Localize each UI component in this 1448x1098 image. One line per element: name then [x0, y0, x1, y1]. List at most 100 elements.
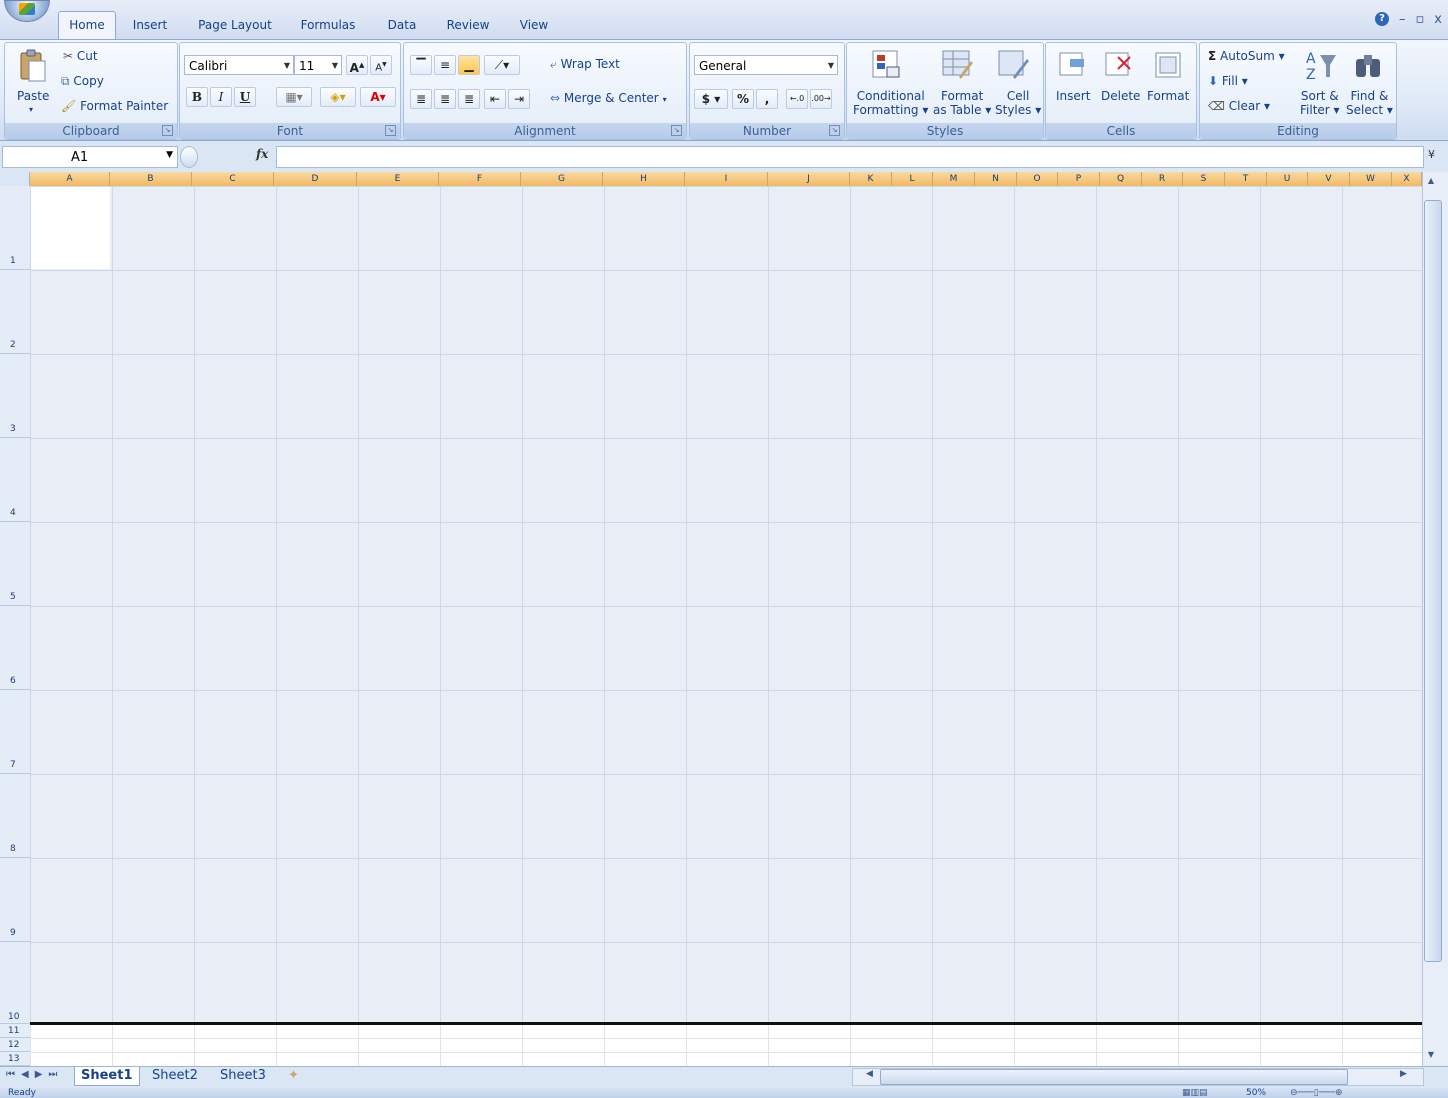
decrease-indent-icon[interactable]: ⇤	[484, 89, 506, 109]
insert-sheet-icon[interactable]: ✦	[282, 1067, 305, 1085]
active-cell-a1[interactable]	[31, 187, 110, 269]
paste-dropdown-icon[interactable]: ▾	[29, 105, 33, 114]
column-header[interactable]: S	[1183, 172, 1225, 186]
view-buttons-icon[interactable]: ▦▥▤	[1182, 1088, 1208, 1098]
orientation-icon[interactable]: ⟋▾	[484, 55, 520, 75]
scroll-down-icon[interactable]: ▼	[1424, 1050, 1438, 1062]
number-dialog-launcher-icon[interactable]: ↘	[829, 125, 840, 136]
column-header[interactable]: R	[1142, 172, 1183, 186]
tab-view[interactable]: View	[512, 12, 556, 38]
font-name-combo[interactable]: Calibri ▼	[184, 55, 294, 75]
delete-button[interactable]: Delete	[1101, 89, 1140, 103]
column-header[interactable]: A	[30, 172, 110, 186]
grow-font-icon[interactable]: A▲	[346, 55, 368, 75]
align-center-icon[interactable]: ≣	[434, 89, 456, 109]
chevron-down-icon[interactable]: ▼	[166, 150, 173, 160]
column-header[interactable]: B	[110, 172, 192, 186]
column-header[interactable]: C	[192, 172, 274, 186]
column-header[interactable]: D	[274, 172, 357, 186]
scroll-right-icon[interactable]: ▶	[1400, 1069, 1407, 1079]
row-header[interactable]: 8	[0, 774, 30, 858]
comma-button[interactable]: ,	[756, 89, 778, 109]
column-header[interactable]: T	[1225, 172, 1267, 186]
row-header[interactable]: 4	[0, 438, 30, 522]
wrap-text-button[interactable]: ⤶ Wrap Text	[550, 57, 620, 72]
fill-color-icon[interactable]: ◈▾	[320, 87, 356, 107]
tab-page-layout[interactable]: Page Layout	[192, 12, 278, 38]
zoom-level[interactable]: 50%	[1246, 1088, 1266, 1098]
column-header[interactable]: E	[357, 172, 439, 186]
decrease-decimal-icon[interactable]: .00→	[810, 89, 832, 109]
align-left-icon[interactable]: ≣	[410, 89, 432, 109]
conditional-formatting-button[interactable]: Conditional Formatting ▾	[853, 89, 928, 117]
zoom-slider-icon[interactable]: ⊖───▯───⊕	[1290, 1088, 1343, 1098]
align-bottom-icon[interactable]: ▁	[458, 55, 480, 75]
column-header[interactable]: I	[685, 172, 768, 186]
increase-indent-icon[interactable]: ⇥	[508, 89, 530, 109]
sheet-tab-sheet2[interactable]: Sheet2	[146, 1067, 204, 1085]
percent-button[interactable]: %	[732, 89, 754, 109]
row-header[interactable]: 9	[0, 858, 30, 942]
column-header[interactable]: O	[1017, 172, 1058, 186]
help-icon[interactable]: ?	[1374, 12, 1389, 26]
font-dialog-launcher-icon[interactable]: ↘	[385, 125, 396, 136]
align-top-icon[interactable]: ▔	[410, 55, 432, 75]
alignment-dialog-launcher-icon[interactable]: ↘	[671, 125, 682, 136]
scroll-up-icon[interactable]: ▲	[1424, 176, 1438, 188]
paste-button[interactable]: Paste	[17, 89, 49, 103]
format-as-table-button[interactable]: Format as Table ▾	[933, 89, 991, 117]
font-size-combo[interactable]: 11 ▼	[294, 55, 342, 75]
name-box[interactable]: A1 ▼	[2, 146, 178, 168]
bold-button[interactable]: B	[186, 87, 208, 107]
close-icon[interactable]: x	[1434, 12, 1442, 27]
merge-center-button[interactable]: ⇔ Merge & Center ▾	[550, 91, 667, 105]
tab-review[interactable]: Review	[440, 12, 496, 38]
column-header[interactable]: W	[1350, 172, 1392, 186]
clipboard-dialog-launcher-icon[interactable]: ↘	[162, 125, 173, 136]
tab-formulas[interactable]: Formulas	[294, 12, 362, 38]
row-header[interactable]: 3	[0, 354, 30, 438]
minimize-icon[interactable]: –	[1399, 12, 1406, 27]
row-header[interactable]: 12	[0, 1038, 30, 1052]
formula-bar-expand-icon[interactable]	[180, 146, 198, 168]
cut-button[interactable]: ✂ Cut	[63, 49, 98, 63]
column-header[interactable]: P	[1058, 172, 1100, 186]
align-right-icon[interactable]: ≣	[458, 89, 480, 109]
column-header[interactable]: Q	[1100, 172, 1142, 186]
formula-input[interactable]	[276, 146, 1424, 168]
row-header[interactable]: 11	[0, 1024, 30, 1038]
column-header[interactable]: F	[439, 172, 521, 186]
sheet-tab-sheet1[interactable]: Sheet1	[74, 1067, 140, 1086]
increase-decimal-icon[interactable]: ←.0	[786, 89, 808, 109]
tab-insert[interactable]: Insert	[124, 12, 176, 38]
borders-icon[interactable]: ▦▾	[276, 87, 312, 107]
row-header[interactable]: 7	[0, 690, 30, 774]
autosum-button[interactable]: Σ AutoSum ▾	[1208, 49, 1285, 63]
currency-button[interactable]: $ ▾	[694, 89, 728, 109]
column-header[interactable]: L	[892, 172, 933, 186]
row-header[interactable]: 5	[0, 522, 30, 606]
cell-styles-button[interactable]: Cell Styles ▾	[995, 89, 1041, 117]
format-painter-button[interactable]: 🖌 Format Painter	[61, 99, 168, 113]
worksheet-grid-next-page[interactable]	[30, 1024, 1422, 1066]
row-header[interactable]: 10	[0, 942, 30, 1024]
sort-filter-button[interactable]: Sort & Filter ▾	[1300, 89, 1340, 117]
column-header[interactable]: J	[768, 172, 850, 186]
expand-formula-bar-icon[interactable]: ¥	[1428, 148, 1435, 161]
horizontal-scroll-thumb[interactable]	[880, 1069, 1348, 1085]
row-header[interactable]: 6	[0, 606, 30, 690]
row-header[interactable]: 2	[0, 270, 30, 354]
column-header[interactable]: N	[975, 172, 1017, 186]
find-select-button[interactable]: Find & Select ▾	[1346, 89, 1393, 117]
italic-button[interactable]: I	[210, 87, 232, 107]
row-header[interactable]: 1	[0, 186, 30, 270]
worksheet-grid[interactable]	[30, 186, 1422, 1066]
tab-data[interactable]: Data	[380, 12, 424, 38]
clear-button[interactable]: ⌫ Clear ▾	[1208, 99, 1270, 113]
column-header[interactable]: K	[850, 172, 892, 186]
format-button[interactable]: Format	[1147, 89, 1189, 103]
scroll-left-icon[interactable]: ◀	[866, 1069, 873, 1079]
insert-function-icon[interactable]: fx	[256, 147, 268, 161]
align-middle-icon[interactable]: ≡	[434, 55, 456, 75]
number-format-combo[interactable]: General ▼	[694, 55, 838, 75]
